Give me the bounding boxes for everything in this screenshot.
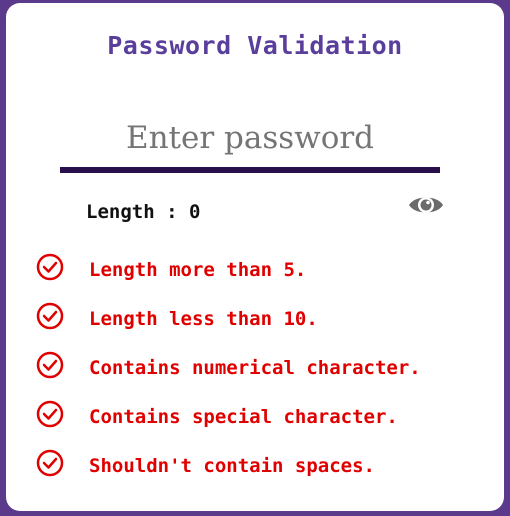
rule-text: Length more than 5. bbox=[89, 259, 307, 281]
password-field-wrapper bbox=[60, 111, 440, 173]
eye-icon[interactable] bbox=[408, 191, 444, 219]
password-underline bbox=[60, 167, 440, 173]
length-indicator: Length : 0 bbox=[86, 201, 200, 223]
check-circle-icon bbox=[36, 253, 64, 281]
length-separator: : bbox=[166, 201, 178, 223]
password-input[interactable] bbox=[60, 111, 440, 165]
check-circle-icon bbox=[36, 302, 64, 330]
rule-text: Length less than 10. bbox=[89, 308, 318, 330]
validation-card: Password Validation Length : 0 Length mo… bbox=[6, 3, 504, 511]
length-label: Length bbox=[86, 201, 155, 223]
check-circle-icon bbox=[36, 351, 64, 379]
check-circle-icon bbox=[36, 449, 64, 477]
rule-text: Shouldn't contain spaces. bbox=[89, 455, 375, 477]
rule-text: Contains numerical character. bbox=[89, 357, 421, 379]
check-circle-icon bbox=[36, 400, 64, 428]
length-value: 0 bbox=[189, 201, 201, 223]
rule-text: Contains special character. bbox=[89, 406, 398, 428]
page-title: Password Validation bbox=[107, 31, 403, 60]
